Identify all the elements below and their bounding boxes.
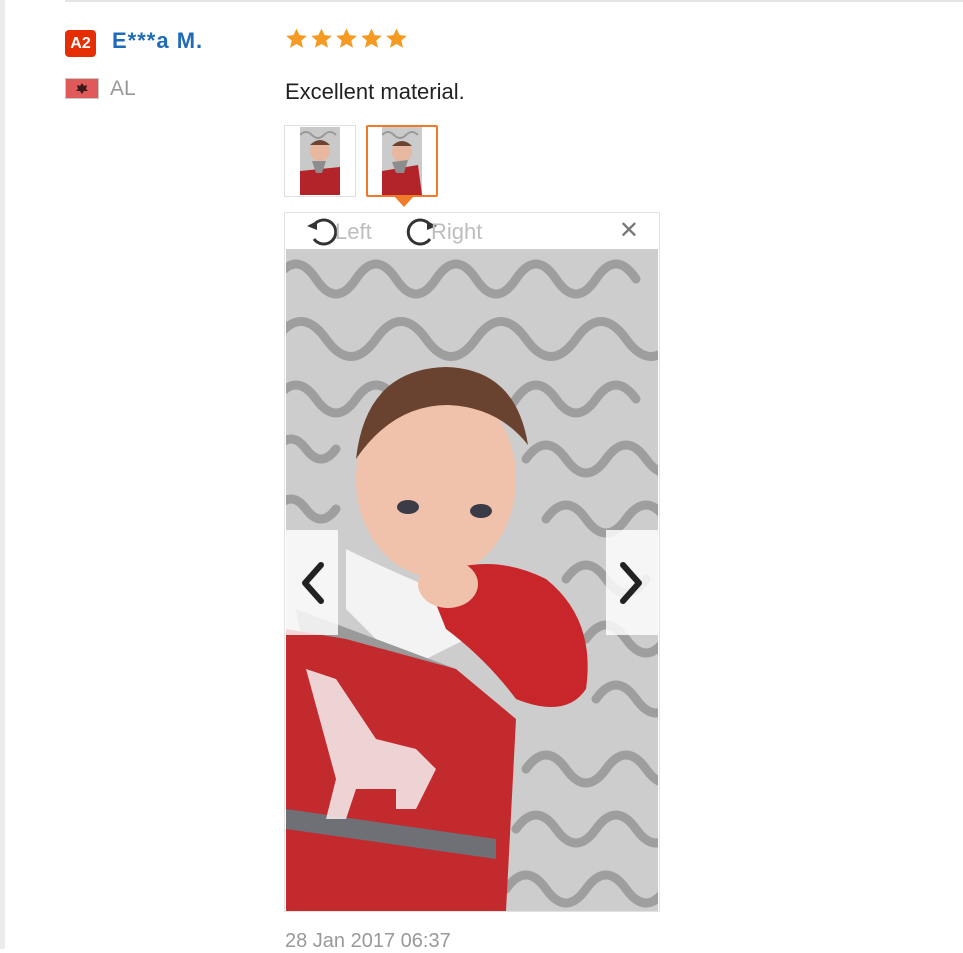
review-photo-thumbnail-1[interactable]: [284, 125, 356, 197]
chevron-left-icon: [302, 561, 324, 604]
thumbnail-image: [382, 127, 422, 195]
star-icon: [311, 28, 332, 48]
review-photo: [286, 249, 658, 911]
star-icon: [386, 28, 407, 48]
divider: [65, 0, 963, 2]
previous-photo-button[interactable]: [286, 530, 338, 635]
albania-flag-icon: [65, 78, 99, 99]
selected-thumbnail-indicator: [394, 196, 414, 207]
star-icon: [336, 28, 357, 48]
rotate-right-label: Right: [431, 219, 483, 244]
chevron-right-icon: [620, 561, 642, 604]
rotate-left-label: Left: [335, 219, 372, 244]
next-photo-button[interactable]: [606, 530, 658, 635]
review-text: Excellent material.: [285, 79, 465, 104]
star-icon: [361, 28, 382, 48]
star-rating: [285, 27, 408, 50]
buyer-level-badge: A2: [65, 30, 96, 57]
photo-viewer: Left Right ✕: [284, 212, 660, 912]
reviewer-country: AL: [110, 77, 136, 100]
rotate-left-button[interactable]: Left: [305, 215, 372, 249]
rotate-right-button[interactable]: Right: [401, 215, 482, 249]
left-rail: [0, 0, 5, 949]
viewer-toolbar: Left Right ✕: [285, 213, 659, 249]
thumbnail-image: [300, 127, 340, 195]
review-date: 28 Jan 2017 06:37: [285, 930, 451, 952]
star-icon: [286, 28, 307, 48]
review-photo-thumbnail-2[interactable]: [366, 125, 438, 197]
close-icon[interactable]: ✕: [619, 219, 639, 243]
reviewer-name: E***a M.: [112, 28, 204, 53]
